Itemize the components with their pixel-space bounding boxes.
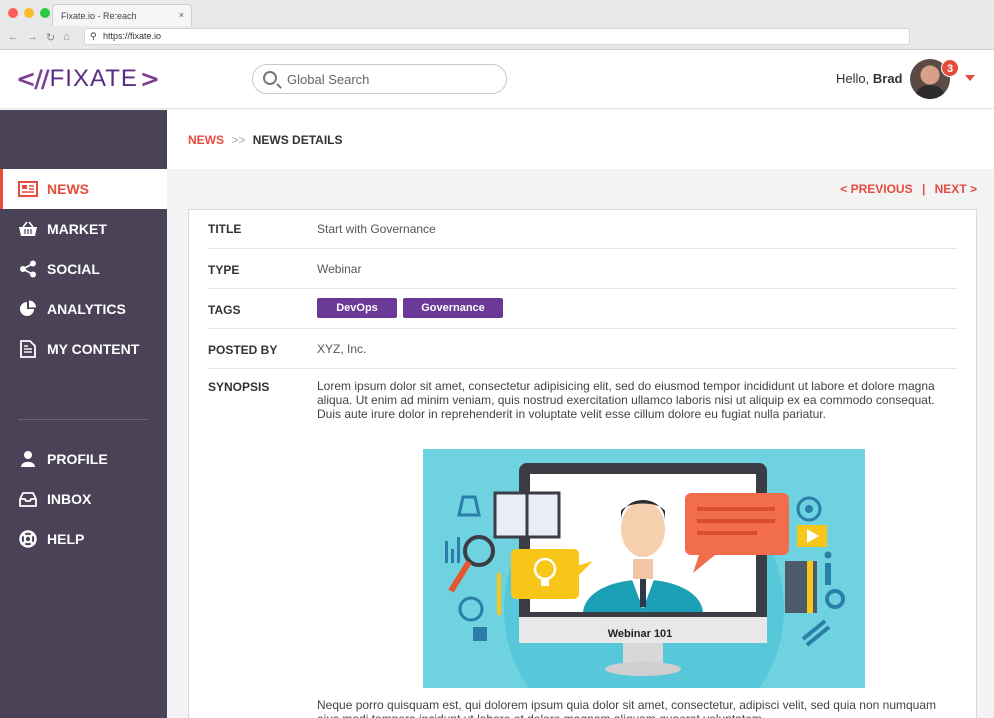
logo-text: FIXATE: [49, 65, 138, 92]
sidebar-item-analytics[interactable]: ANALYTICS: [0, 289, 167, 329]
sidebar-divider: [18, 419, 148, 420]
global-search: [252, 64, 507, 94]
sidebar: NEWS MARKET SOCIAL ANALYTICS MY CONTENT …: [0, 110, 167, 718]
type-label: TYPE: [208, 263, 240, 277]
main-content: NEWS >> NEWS DETAILS < PREVIOUS | NEXT >…: [167, 110, 994, 718]
basket-icon: [18, 219, 38, 239]
next-link[interactable]: NEXT >: [935, 182, 977, 196]
sidebar-item-label: MY CONTENT: [47, 341, 140, 357]
sidebar-item-label: PROFILE: [47, 451, 108, 467]
fixate-logo[interactable]: <// FIXATE >: [16, 63, 160, 95]
browser-chrome: Fixate.io - Re:each × ← → ↻ ⌂ ⚲ https://…: [0, 0, 994, 50]
address-bar[interactable]: ⚲ https://fixate.io: [84, 28, 910, 45]
app-header: <// FIXATE > Hello, Brad 3: [0, 50, 994, 109]
synopsis-label: SYNOPSIS: [208, 380, 270, 394]
sidebar-item-social[interactable]: SOCIAL: [0, 249, 167, 289]
tags-label: TAGS: [208, 303, 241, 317]
inbox-icon: [18, 489, 38, 509]
synopsis-text: Lorem ipsum dolor sit amet, consectetur …: [317, 379, 935, 421]
logo-left-mark: <//: [16, 65, 50, 93]
breadcrumb: NEWS >> NEWS DETAILS: [188, 133, 342, 147]
browser-tab[interactable]: Fixate.io - Re:each ×: [52, 4, 192, 26]
sidebar-item-label: NEWS: [47, 181, 89, 197]
detail-row-posted-by: POSTED BY XYZ, Inc.: [207, 329, 957, 369]
search-icon: [263, 71, 277, 85]
webinar-illustration: Webinar 101: [423, 449, 865, 688]
posted-by-label: POSTED BY: [208, 343, 278, 357]
pager-separator: |: [921, 182, 926, 196]
window-controls: [8, 8, 50, 18]
breadcrumb-current: NEWS DETAILS: [252, 133, 343, 147]
previous-link[interactable]: < PREVIOUS: [840, 182, 912, 196]
breadcrumb-news-link[interactable]: NEWS: [188, 133, 224, 147]
pager: < PREVIOUS | NEXT >: [840, 182, 977, 196]
detail-row-type: TYPE Webinar: [207, 249, 957, 289]
pie-chart-icon: [18, 299, 38, 319]
news-detail-card: TITLE Start with Governance TYPE Webinar…: [188, 209, 977, 718]
body-text: Neque porro quisquam est, qui dolorem ip…: [317, 698, 937, 718]
tab-title: Fixate.io - Re:each: [61, 11, 137, 21]
home-icon[interactable]: ⌂: [63, 31, 70, 44]
close-window-button[interactable]: [8, 8, 18, 18]
detail-row-tags: TAGS DevOps Governance: [207, 289, 957, 329]
notification-badge[interactable]: 3: [941, 59, 959, 77]
user-icon: [18, 449, 38, 469]
share-icon: [18, 259, 38, 279]
sidebar-item-label: MARKET: [47, 221, 107, 237]
title-label: TITLE: [208, 222, 242, 236]
sidebar-item-my-content[interactable]: MY CONTENT: [0, 329, 167, 369]
sidebar-item-news[interactable]: NEWS: [0, 169, 167, 209]
sidebar-item-inbox[interactable]: INBOX: [0, 479, 167, 519]
user-greeting: Hello, Brad: [836, 71, 903, 86]
tab-close-icon[interactable]: ×: [179, 10, 184, 20]
type-value: Webinar: [317, 262, 362, 276]
breadcrumb-separator: >>: [231, 133, 246, 147]
sidebar-item-label: SOCIAL: [47, 261, 100, 277]
sidebar-item-help[interactable]: HELP: [0, 519, 167, 559]
posted-by-value: XYZ, Inc.: [317, 342, 367, 356]
detail-row-title: TITLE Start with Governance: [207, 210, 957, 249]
address-text: https://fixate.io: [103, 31, 162, 41]
maximize-window-button[interactable]: [40, 8, 50, 18]
chevron-down-icon[interactable]: [965, 75, 975, 81]
minimize-window-button[interactable]: [24, 8, 34, 18]
newspaper-icon: [18, 179, 38, 199]
tag-list: DevOps Governance: [317, 298, 509, 318]
user-name: Brad: [872, 71, 903, 86]
sidebar-item-market[interactable]: MARKET: [0, 209, 167, 249]
lifebuoy-icon: [18, 529, 38, 549]
tag-devops[interactable]: DevOps: [317, 298, 397, 318]
reload-icon[interactable]: ↻: [46, 31, 55, 44]
back-icon[interactable]: ←: [8, 31, 19, 44]
search-icon: ⚲: [90, 31, 97, 41]
sidebar-item-profile[interactable]: PROFILE: [0, 439, 167, 479]
forward-icon[interactable]: →: [27, 31, 38, 44]
sidebar-item-label: INBOX: [47, 491, 92, 507]
browser-nav: ← → ↻ ⌂: [8, 31, 70, 44]
illustration-caption: Webinar 101: [608, 628, 673, 640]
document-icon: [18, 339, 38, 359]
sidebar-item-label: ANALYTICS: [47, 301, 126, 317]
breadcrumb-bar: NEWS >> NEWS DETAILS: [167, 110, 994, 169]
greeting-text: Hello,: [836, 71, 870, 86]
title-value: Start with Governance: [317, 222, 436, 236]
logo-right-mark: >: [139, 65, 160, 93]
sidebar-item-label: HELP: [47, 531, 85, 547]
global-search-input[interactable]: [287, 71, 497, 88]
tag-governance[interactable]: Governance: [403, 298, 503, 318]
